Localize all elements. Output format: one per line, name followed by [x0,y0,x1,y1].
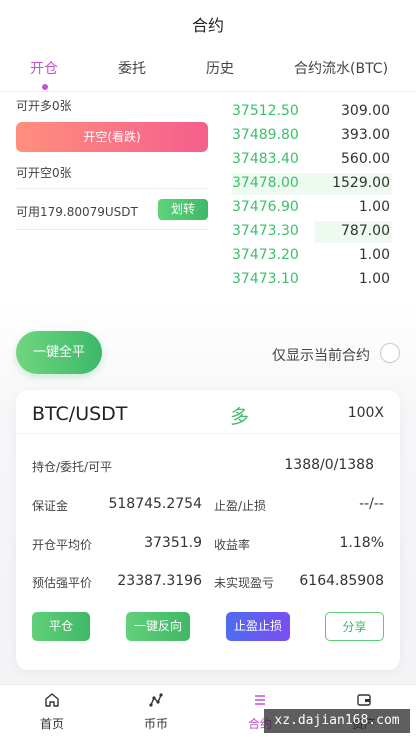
position-pair: BTC/USDT [32,403,128,425]
orderbook-row[interactable]: 37476.90 1.00 [232,196,392,220]
orderbook-row[interactable]: 37489.80 393.00 [232,124,392,148]
orderbook: 37512.50 309.00 37489.80 393.00 37483.40 560.… [232,100,392,292]
only-current-label: 仅显示当前合约 [272,348,370,364]
orderbook-price: 37473.20 [232,247,299,263]
liq-price-value: 23387.3196 [117,573,202,589]
nav-home-label: 首页 [39,717,64,731]
margin-label: 保证金 [32,499,69,513]
tab-orders[interactable]: 委托 [118,58,146,78]
orderbook-qty: 309.00 [341,103,390,119]
position-card: BTC/USDT 多 100X 持仓/委托/可平 1388/0/1388 保证金… [16,390,400,670]
yield-value: 1.18% [339,535,384,551]
position-side: 多 [230,406,250,428]
hold-label: 持仓/委托/可平 [32,460,113,474]
tab-bar: 开仓 委托 历史 合约流水(BTC) [0,58,416,88]
orderbook-price: 37483.40 [232,151,299,167]
orderbook-row[interactable]: 37473.20 1.00 [232,244,392,268]
available-balance: 可用179.80079USDT [16,205,138,219]
divider [16,188,208,189]
tab-open[interactable]: 开仓 [30,58,58,78]
can-open-short: 可开空0张 [16,166,72,180]
hold-value: 1388/0/1388 [284,457,374,473]
watermark: xz.dajian168.com [264,709,410,733]
chart-icon [149,693,163,707]
unrealized-label: 未实现盈亏 [214,576,275,590]
liq-price-label: 预估强平价 [32,576,93,590]
orderbook-row[interactable]: 37473.30 787.00 [232,220,392,244]
orderbook-price: 37478.00 [232,175,299,191]
orderbook-price: 37489.80 [232,127,299,143]
tpsl-label: 止盈/止损 [214,499,267,513]
orderbook-row[interactable]: 37473.10 1.00 [232,268,392,292]
tpsl-button[interactable]: 止盈止损 [226,612,290,641]
avg-price-label: 开仓平均价 [32,538,93,552]
contract-icon [255,695,265,705]
only-current-radio[interactable] [380,343,400,363]
active-tab-indicator [42,84,48,90]
close-all-button[interactable]: 一键全平 [16,331,102,374]
yield-label: 收益率 [214,538,251,552]
orderbook-row[interactable]: 37478.00 1529.00 [232,172,392,196]
nav-spot[interactable]: 币币 [104,685,208,737]
card-divider [16,433,400,434]
orderbook-qty: 1.00 [358,199,390,215]
share-button[interactable]: 分享 [325,612,384,641]
orderbook-row[interactable]: 37483.40 560.00 [232,148,392,172]
tab-history[interactable]: 历史 [206,58,234,78]
transfer-button[interactable]: 划转 [158,199,208,220]
can-open-long: 可开多0张 [16,99,72,113]
orderbook-qty: 1529.00 [332,175,390,191]
close-position-button[interactable]: 平仓 [32,612,90,641]
tpsl-value: --/-- [359,496,384,512]
orderbook-row[interactable]: 37512.50 309.00 [232,100,392,124]
avg-price-value: 37351.9 [144,535,202,551]
orderbook-price: 37473.10 [232,271,299,287]
orderbook-qty: 393.00 [341,127,390,143]
open-short-button[interactable]: 开空(看跌) [16,122,208,152]
reverse-position-button[interactable]: 一键反向 [126,612,190,641]
orderbook-price: 37476.90 [232,199,299,215]
nav-home[interactable]: 首页 [0,685,104,737]
page-title: 合约 [191,16,224,35]
home-icon [45,693,59,707]
tabs-divider [0,91,416,92]
margin-value: 518745.2754 [108,496,202,512]
orderbook-price: 37512.50 [232,103,299,119]
nav-spot-label: 币币 [143,717,168,731]
divider [16,229,208,230]
orderbook-qty: 1.00 [358,271,390,287]
unrealized-value: 6164.85908 [299,573,384,589]
position-leverage: 100X [347,405,384,421]
tab-contract-flow[interactable]: 合约流水(BTC) [294,58,388,78]
contract-page: 合约 开仓 委托 历史 合约流水(BTC) 可开多0张 开空(看跌) 可开空0张… [0,0,416,737]
orderbook-qty: 787.00 [341,223,390,239]
wallet-icon [357,694,371,706]
orderbook-price: 37473.30 [232,223,299,239]
orderbook-qty: 560.00 [341,151,390,167]
orderbook-qty: 1.00 [358,247,390,263]
